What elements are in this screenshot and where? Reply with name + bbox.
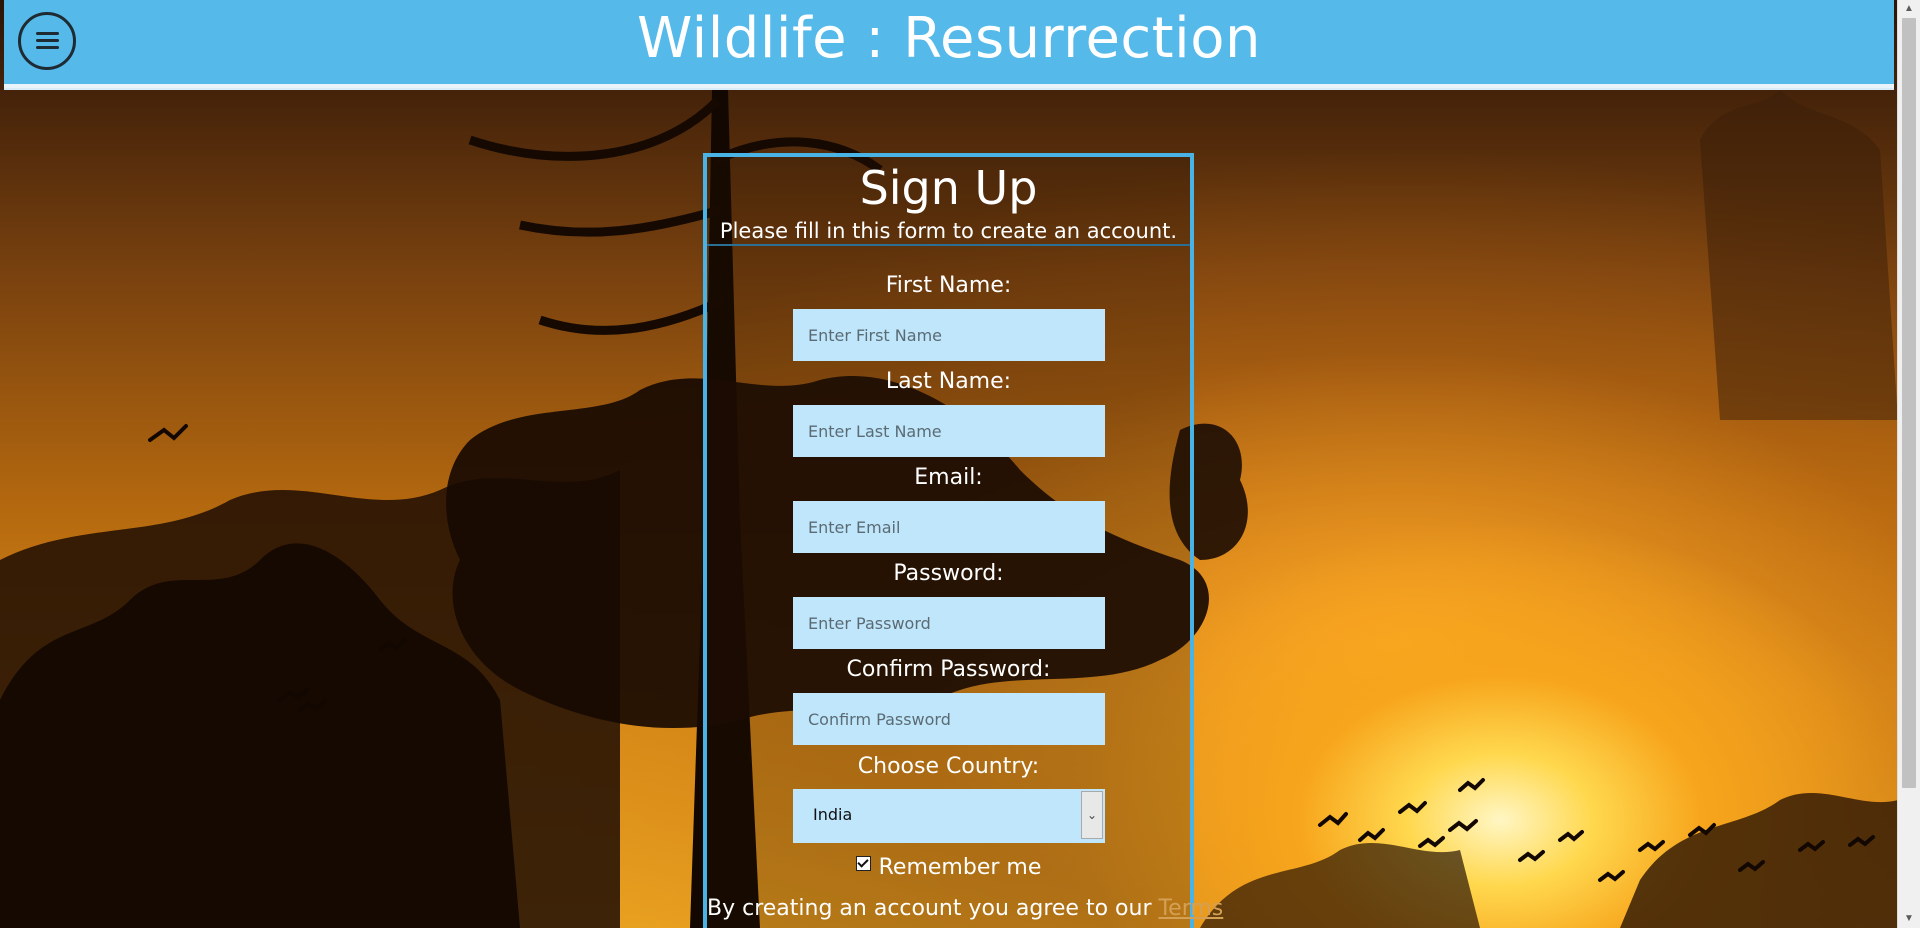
- terms-prefix: By creating an account you agree to our: [707, 896, 1159, 921]
- form-divider: [707, 244, 1190, 246]
- password-input[interactable]: [793, 597, 1105, 649]
- country-select[interactable]: India ⌄: [793, 789, 1105, 843]
- last-name-input[interactable]: [793, 405, 1105, 457]
- chevron-down-icon[interactable]: ⌄: [1081, 791, 1103, 839]
- first-name-label: First Name:: [885, 273, 1012, 298]
- remember-me-row: Remember me: [707, 855, 1190, 880]
- remember-me-checkbox[interactable]: [855, 856, 871, 871]
- confirm-password-label: Confirm Password:: [846, 657, 1051, 682]
- password-label: Password:: [893, 561, 1004, 586]
- scroll-down-icon[interactable]: ▼: [1898, 910, 1920, 928]
- signup-form: Sign Up Please fill in this form to crea…: [703, 153, 1223, 928]
- scroll-up-icon[interactable]: ▲: [1898, 0, 1920, 18]
- terms-text: By creating an account you agree to our …: [707, 896, 1223, 921]
- form-subtitle: Please fill in this form to create an ac…: [719, 219, 1178, 243]
- last-name-label: Last Name:: [885, 369, 1012, 394]
- first-name-input[interactable]: [793, 309, 1105, 361]
- form-title: Sign Up: [859, 161, 1038, 215]
- confirm-password-input[interactable]: [793, 693, 1105, 745]
- country-label: Choose Country:: [857, 754, 1040, 779]
- remember-me-label: Remember me: [878, 855, 1042, 880]
- terms-link[interactable]: Terms: [1158, 896, 1223, 921]
- site-title: Wildlife : Resurrection: [637, 6, 1261, 71]
- email-input[interactable]: [793, 501, 1105, 553]
- vertical-scrollbar[interactable]: ▲ ▼: [1897, 0, 1920, 928]
- country-selected-value: India: [813, 805, 853, 824]
- email-label: Email:: [914, 465, 983, 490]
- scroll-thumb[interactable]: [1902, 18, 1916, 788]
- site-header: Wildlife : Resurrection: [4, 0, 1894, 88]
